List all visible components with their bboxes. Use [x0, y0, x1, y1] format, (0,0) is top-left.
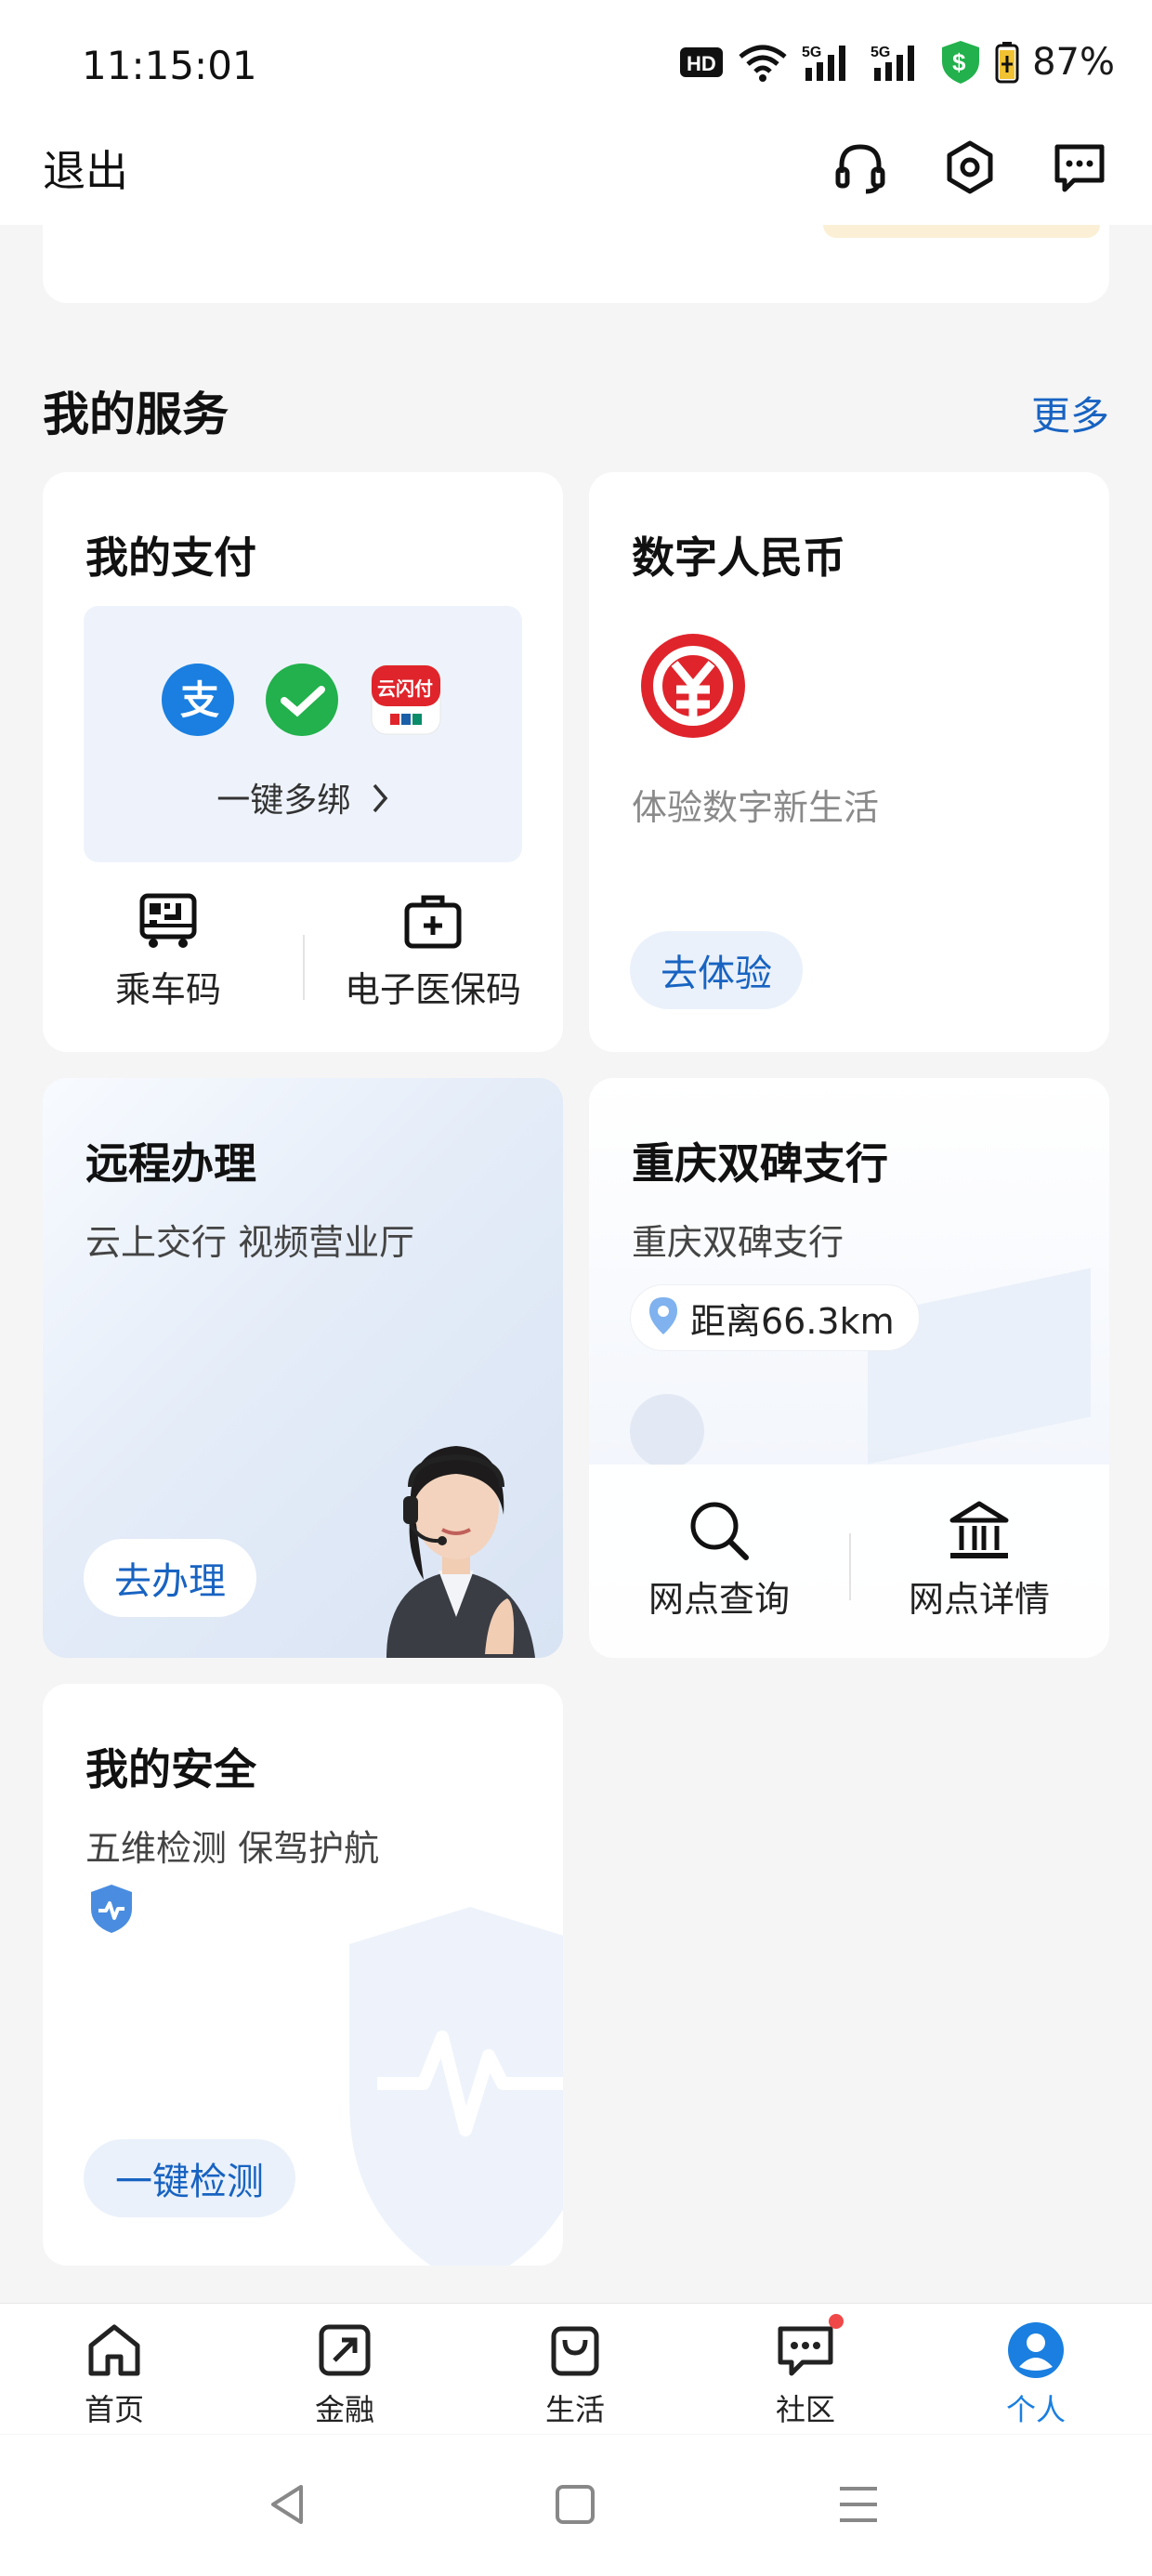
- customer-service-agent-image: [349, 1422, 563, 1658]
- svg-text:5G: 5G: [802, 45, 821, 60]
- one-click-detect-button[interactable]: 一键检测: [84, 2139, 295, 2217]
- tab-life-label: 生活: [544, 2392, 605, 2427]
- shopping-bag-icon: [505, 2318, 645, 2383]
- remote-card-subtitle: 云上交行 视频营业厅: [85, 1222, 415, 1263]
- wechat-pay-icon: [266, 664, 338, 740]
- branch-card-subtitle: 重庆双碑支行: [632, 1222, 844, 1263]
- headset-icon[interactable]: [832, 139, 888, 195]
- one-click-bind-label: 一键多绑: [84, 773, 522, 823]
- tab-community-label: 社区: [775, 2392, 835, 2427]
- message-icon[interactable]: [1052, 139, 1107, 195]
- ride-code-label: 乘车码: [114, 969, 221, 1010]
- previous-card-bottom: [43, 225, 1109, 303]
- svg-text:$: $: [952, 48, 966, 76]
- remote-service-card[interactable]: 远程办理 云上交行 视频营业厅 去办理: [43, 1078, 563, 1658]
- branch-card[interactable]: 重庆双碑支行 重庆双碑支行 距离66.3km 网点查询 网点详情: [589, 1078, 1109, 1658]
- person-icon: [966, 2318, 1106, 2383]
- home-icon: [45, 2318, 184, 2383]
- tab-finance[interactable]: 金融: [275, 2318, 414, 2429]
- bank-building-icon: [849, 1498, 1109, 1565]
- tab-finance-label: 金融: [314, 2392, 374, 2427]
- status-icons: HD 5G 5G $ 87%: [679, 41, 1115, 84]
- tab-home-label: 首页: [84, 2392, 144, 2427]
- distance-badge: 距离66.3km: [630, 1284, 920, 1351]
- action-divider: [303, 935, 305, 1000]
- back-nav-icon[interactable]: [264, 2481, 310, 2531]
- section-title: 我的服务: [43, 388, 229, 441]
- menu-nav-icon[interactable]: [836, 2483, 881, 2530]
- finance-icon: [275, 2318, 414, 2383]
- multi-bind-panel[interactable]: 支 云闪付 一键多绑: [84, 606, 522, 862]
- branch-search-button[interactable]: 网点查询: [589, 1498, 849, 1622]
- ecny-card[interactable]: 数字人民币 体验数字新生活 去体验: [589, 472, 1109, 1052]
- more-link[interactable]: 更多: [1031, 385, 1109, 441]
- large-shield-illustration: [349, 1898, 563, 2266]
- chat-icon: [736, 2314, 875, 2383]
- ecny-card-title: 数字人民币: [632, 532, 845, 583]
- remote-card-title: 远程办理: [85, 1138, 256, 1189]
- distance-label: 距离66.3km: [690, 1300, 895, 1342]
- security-card[interactable]: 我的安全 五维检测 保驾护航 一键检测: [43, 1684, 563, 2266]
- tab-home[interactable]: 首页: [45, 2318, 184, 2429]
- svg-text:HD: HD: [687, 52, 716, 75]
- battery-icon: [995, 42, 1019, 84]
- payment-card-title: 我的支付: [85, 532, 256, 583]
- exit-button[interactable]: 退出: [43, 138, 128, 199]
- branch-detail-button[interactable]: 网点详情: [849, 1498, 1109, 1622]
- svg-text:支: 支: [180, 677, 219, 723]
- branch-search-label: 网点查询: [648, 1579, 790, 1620]
- signal-icon-2: 5G: [871, 42, 926, 83]
- security-shield-badge-icon: [89, 1883, 134, 1939]
- remote-handle-button[interactable]: 去办理: [84, 1539, 256, 1617]
- medical-insurance-code-label: 电子医保码: [344, 969, 521, 1010]
- home-nav-icon[interactable]: [554, 2483, 596, 2530]
- svg-text:云闪付: 云闪付: [377, 677, 433, 700]
- chevron-right-icon: [371, 782, 389, 823]
- battery-percent: 87%: [1032, 41, 1115, 84]
- ecny-subtitle: 体验数字新生活: [632, 787, 880, 828]
- security-shield-icon: $: [939, 41, 982, 84]
- location-pin-icon: [648, 1295, 679, 1340]
- ride-code-button[interactable]: 乘车码: [61, 892, 275, 1012]
- previous-card-pill-remnant: [823, 225, 1100, 238]
- settings-icon[interactable]: [942, 139, 998, 195]
- branch-detail-label: 网点详情: [908, 1579, 1050, 1620]
- medical-insurance-code-button[interactable]: 电子医保码: [321, 892, 544, 1012]
- ecny-logo-icon: [639, 632, 747, 743]
- status-time: 11:15:01: [82, 43, 257, 88]
- tab-life[interactable]: 生活: [505, 2318, 645, 2429]
- alipay-icon: 支: [162, 664, 234, 740]
- tab-community[interactable]: 社区: [736, 2314, 875, 2429]
- medical-kit-icon: [321, 892, 544, 952]
- tab-profile-label: 个人: [1005, 2392, 1066, 2427]
- tab-profile[interactable]: 个人: [966, 2318, 1106, 2429]
- hd-icon: HD: [679, 42, 724, 83]
- notification-dot: [829, 2314, 844, 2329]
- security-card-title: 我的安全: [85, 1744, 256, 1794]
- payment-card: 我的支付 支 云闪付 一键多绑 乘车码 电子医保码: [43, 472, 563, 1052]
- bus-code-icon: [61, 892, 275, 952]
- branch-card-title: 重庆双碑支行: [632, 1138, 888, 1189]
- branch-map-pin-illustration: [630, 1394, 704, 1468]
- search-icon: [589, 1498, 849, 1565]
- security-card-subtitle: 五维检测 保驾护航: [85, 1828, 380, 1869]
- ecny-experience-button[interactable]: 去体验: [630, 931, 803, 1009]
- wifi-icon: [737, 42, 789, 83]
- signal-icon-1: 5G: [802, 42, 857, 83]
- svg-text:5G: 5G: [871, 45, 890, 60]
- unionpay-icon: 云闪付: [370, 664, 442, 740]
